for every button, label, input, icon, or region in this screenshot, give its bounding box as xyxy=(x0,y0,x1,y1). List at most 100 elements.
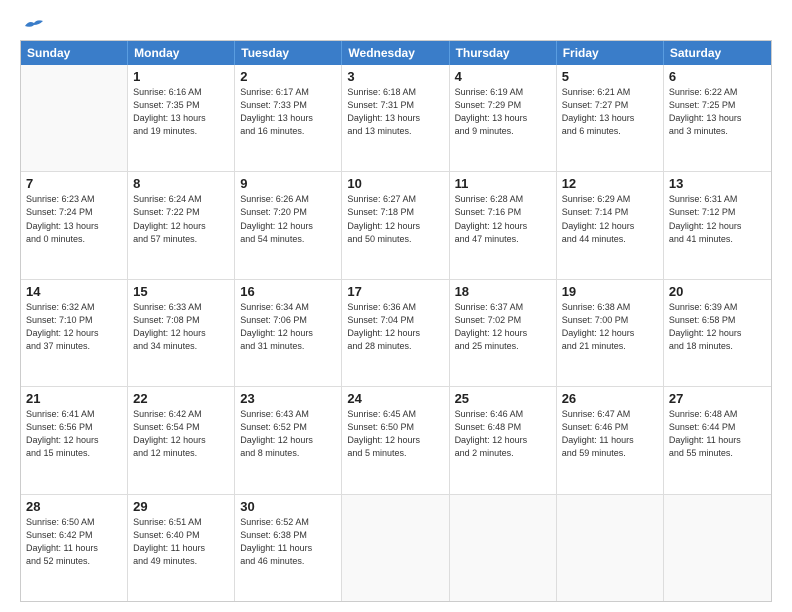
calendar-day-cell: 14 Sunrise: 6:32 AM Sunset: 7:10 PM Dayli… xyxy=(21,280,128,386)
day-number: 17 xyxy=(347,284,443,299)
day-info: Sunrise: 6:43 AM Sunset: 6:52 PM Dayligh… xyxy=(240,408,336,460)
page: SundayMondayTuesdayWednesdayThursdayFrid… xyxy=(0,0,792,612)
header xyxy=(20,18,772,30)
day-number: 10 xyxy=(347,176,443,191)
calendar-header-cell: Wednesday xyxy=(342,41,449,65)
logo-bird-icon xyxy=(23,18,45,34)
day-number: 23 xyxy=(240,391,336,406)
calendar-day-cell: 19Sunrise: 6:38 AM Sunset: 7:00 PM Dayli… xyxy=(557,280,664,386)
calendar-day-cell: 16 Sunrise: 6:34 AM Sunset: 7:06 PM Dayli… xyxy=(235,280,342,386)
day-number: 28 xyxy=(26,499,122,514)
day-info: Sunrise: 6:52 AM Sunset: 6:38 PM Dayligh… xyxy=(240,516,336,568)
day-number: 18 xyxy=(455,284,551,299)
calendar: SundayMondayTuesdayWednesdayThursdayFrid… xyxy=(20,40,772,602)
day-number: 25 xyxy=(455,391,551,406)
day-info: Sunrise: 6:16 AM Sunset: 7:35 PM Dayligh… xyxy=(133,86,229,138)
day-info: Sunrise: 6:37 AM Sunset: 7:02 PM Dayligh… xyxy=(455,301,551,353)
day-number: 21 xyxy=(26,391,122,406)
day-info: Sunrise: 6:33 AM Sunset: 7:08 PM Dayligh… xyxy=(133,301,229,353)
calendar-day-cell: 21 Sunrise: 6:41 AM Sunset: 6:56 PM Dayli… xyxy=(21,387,128,493)
day-number: 11 xyxy=(455,176,551,191)
calendar-day-cell: 5 Sunrise: 6:21 AM Sunset: 7:27 PM Daylig… xyxy=(557,65,664,171)
day-number: 13 xyxy=(669,176,766,191)
day-number: 29 xyxy=(133,499,229,514)
calendar-header-cell: Monday xyxy=(128,41,235,65)
day-number: 2 xyxy=(240,69,336,84)
day-number: 19 xyxy=(562,284,658,299)
calendar-week-row: 28 Sunrise: 6:50 AM Sunset: 6:42 PM Dayli… xyxy=(21,495,771,601)
day-info: Sunrise: 6:32 AM Sunset: 7:10 PM Dayligh… xyxy=(26,301,122,353)
calendar-day-cell xyxy=(342,495,449,601)
calendar-week-row: 21 Sunrise: 6:41 AM Sunset: 6:56 PM Dayli… xyxy=(21,387,771,494)
calendar-week-row: 14 Sunrise: 6:32 AM Sunset: 7:10 PM Dayli… xyxy=(21,280,771,387)
day-number: 27 xyxy=(669,391,766,406)
calendar-day-cell: 8Sunrise: 6:24 AM Sunset: 7:22 PM Daylig… xyxy=(128,172,235,278)
calendar-day-cell: 2 Sunrise: 6:17 AM Sunset: 7:33 PM Daylig… xyxy=(235,65,342,171)
day-number: 7 xyxy=(26,176,122,191)
calendar-header-cell: Thursday xyxy=(450,41,557,65)
calendar-day-cell: 24 Sunrise: 6:45 AM Sunset: 6:50 PM Dayli… xyxy=(342,387,449,493)
calendar-day-cell: 1 Sunrise: 6:16 AM Sunset: 7:35 PM Daylig… xyxy=(128,65,235,171)
day-number: 24 xyxy=(347,391,443,406)
day-number: 12 xyxy=(562,176,658,191)
day-number: 20 xyxy=(669,284,766,299)
day-number: 5 xyxy=(562,69,658,84)
day-info: Sunrise: 6:41 AM Sunset: 6:56 PM Dayligh… xyxy=(26,408,122,460)
day-info: Sunrise: 6:29 AM Sunset: 7:14 PM Dayligh… xyxy=(562,193,658,245)
day-info: Sunrise: 6:39 AM Sunset: 6:58 PM Dayligh… xyxy=(669,301,766,353)
calendar-day-cell: 10 Sunrise: 6:27 AM Sunset: 7:18 PM Dayli… xyxy=(342,172,449,278)
day-info: Sunrise: 6:45 AM Sunset: 6:50 PM Dayligh… xyxy=(347,408,443,460)
calendar-day-cell: 20 Sunrise: 6:39 AM Sunset: 6:58 PM Dayli… xyxy=(664,280,771,386)
day-number: 4 xyxy=(455,69,551,84)
calendar-day-cell: 25 Sunrise: 6:46 AM Sunset: 6:48 PM Dayli… xyxy=(450,387,557,493)
day-info: Sunrise: 6:42 AM Sunset: 6:54 PM Dayligh… xyxy=(133,408,229,460)
day-info: Sunrise: 6:26 AM Sunset: 7:20 PM Dayligh… xyxy=(240,193,336,245)
calendar-header-cell: Sunday xyxy=(21,41,128,65)
calendar-day-cell: 29 Sunrise: 6:51 AM Sunset: 6:40 PM Dayli… xyxy=(128,495,235,601)
day-info: Sunrise: 6:34 AM Sunset: 7:06 PM Dayligh… xyxy=(240,301,336,353)
day-number: 1 xyxy=(133,69,229,84)
day-number: 14 xyxy=(26,284,122,299)
day-info: Sunrise: 6:17 AM Sunset: 7:33 PM Dayligh… xyxy=(240,86,336,138)
day-info: Sunrise: 6:46 AM Sunset: 6:48 PM Dayligh… xyxy=(455,408,551,460)
calendar-body: 1 Sunrise: 6:16 AM Sunset: 7:35 PM Daylig… xyxy=(21,65,771,601)
calendar-header-cell: Friday xyxy=(557,41,664,65)
day-info: Sunrise: 6:48 AM Sunset: 6:44 PM Dayligh… xyxy=(669,408,766,460)
calendar-day-cell: 27 Sunrise: 6:48 AM Sunset: 6:44 PM Dayli… xyxy=(664,387,771,493)
day-info: Sunrise: 6:51 AM Sunset: 6:40 PM Dayligh… xyxy=(133,516,229,568)
calendar-day-cell: 12 Sunrise: 6:29 AM Sunset: 7:14 PM Dayli… xyxy=(557,172,664,278)
day-info: Sunrise: 6:18 AM Sunset: 7:31 PM Dayligh… xyxy=(347,86,443,138)
calendar-day-cell: 22 Sunrise: 6:42 AM Sunset: 6:54 PM Dayli… xyxy=(128,387,235,493)
day-number: 22 xyxy=(133,391,229,406)
logo xyxy=(20,18,45,30)
day-number: 16 xyxy=(240,284,336,299)
calendar-day-cell: 6Sunrise: 6:22 AM Sunset: 7:25 PM Daylig… xyxy=(664,65,771,171)
calendar-day-cell: 23 Sunrise: 6:43 AM Sunset: 6:52 PM Dayli… xyxy=(235,387,342,493)
calendar-day-cell xyxy=(664,495,771,601)
day-number: 3 xyxy=(347,69,443,84)
day-info: Sunrise: 6:27 AM Sunset: 7:18 PM Dayligh… xyxy=(347,193,443,245)
calendar-day-cell xyxy=(557,495,664,601)
calendar-day-cell: 3 Sunrise: 6:18 AM Sunset: 7:31 PM Daylig… xyxy=(342,65,449,171)
calendar-day-cell: 11 Sunrise: 6:28 AM Sunset: 7:16 PM Dayli… xyxy=(450,172,557,278)
day-info: Sunrise: 6:21 AM Sunset: 7:27 PM Dayligh… xyxy=(562,86,658,138)
calendar-day-cell xyxy=(450,495,557,601)
day-info: Sunrise: 6:36 AM Sunset: 7:04 PM Dayligh… xyxy=(347,301,443,353)
day-info: Sunrise: 6:28 AM Sunset: 7:16 PM Dayligh… xyxy=(455,193,551,245)
calendar-header-cell: Saturday xyxy=(664,41,771,65)
day-info: Sunrise: 6:22 AM Sunset: 7:25 PM Dayligh… xyxy=(669,86,766,138)
day-info: Sunrise: 6:24 AM Sunset: 7:22 PM Dayligh… xyxy=(133,193,229,245)
day-number: 26 xyxy=(562,391,658,406)
day-info: Sunrise: 6:23 AM Sunset: 7:24 PM Dayligh… xyxy=(26,193,122,245)
calendar-day-cell: 4Sunrise: 6:19 AM Sunset: 7:29 PM Daylig… xyxy=(450,65,557,171)
calendar-day-cell: 7 Sunrise: 6:23 AM Sunset: 7:24 PM Daylig… xyxy=(21,172,128,278)
calendar-day-cell: 9Sunrise: 6:26 AM Sunset: 7:20 PM Daylig… xyxy=(235,172,342,278)
calendar-day-cell: 17 Sunrise: 6:36 AM Sunset: 7:04 PM Dayli… xyxy=(342,280,449,386)
calendar-day-cell: 26 Sunrise: 6:47 AM Sunset: 6:46 PM Dayli… xyxy=(557,387,664,493)
day-info: Sunrise: 6:47 AM Sunset: 6:46 PM Dayligh… xyxy=(562,408,658,460)
calendar-header-row: SundayMondayTuesdayWednesdayThursdayFrid… xyxy=(21,41,771,65)
calendar-day-cell: 18 Sunrise: 6:37 AM Sunset: 7:02 PM Dayli… xyxy=(450,280,557,386)
day-info: Sunrise: 6:31 AM Sunset: 7:12 PM Dayligh… xyxy=(669,193,766,245)
day-info: Sunrise: 6:50 AM Sunset: 6:42 PM Dayligh… xyxy=(26,516,122,568)
calendar-week-row: 7 Sunrise: 6:23 AM Sunset: 7:24 PM Daylig… xyxy=(21,172,771,279)
